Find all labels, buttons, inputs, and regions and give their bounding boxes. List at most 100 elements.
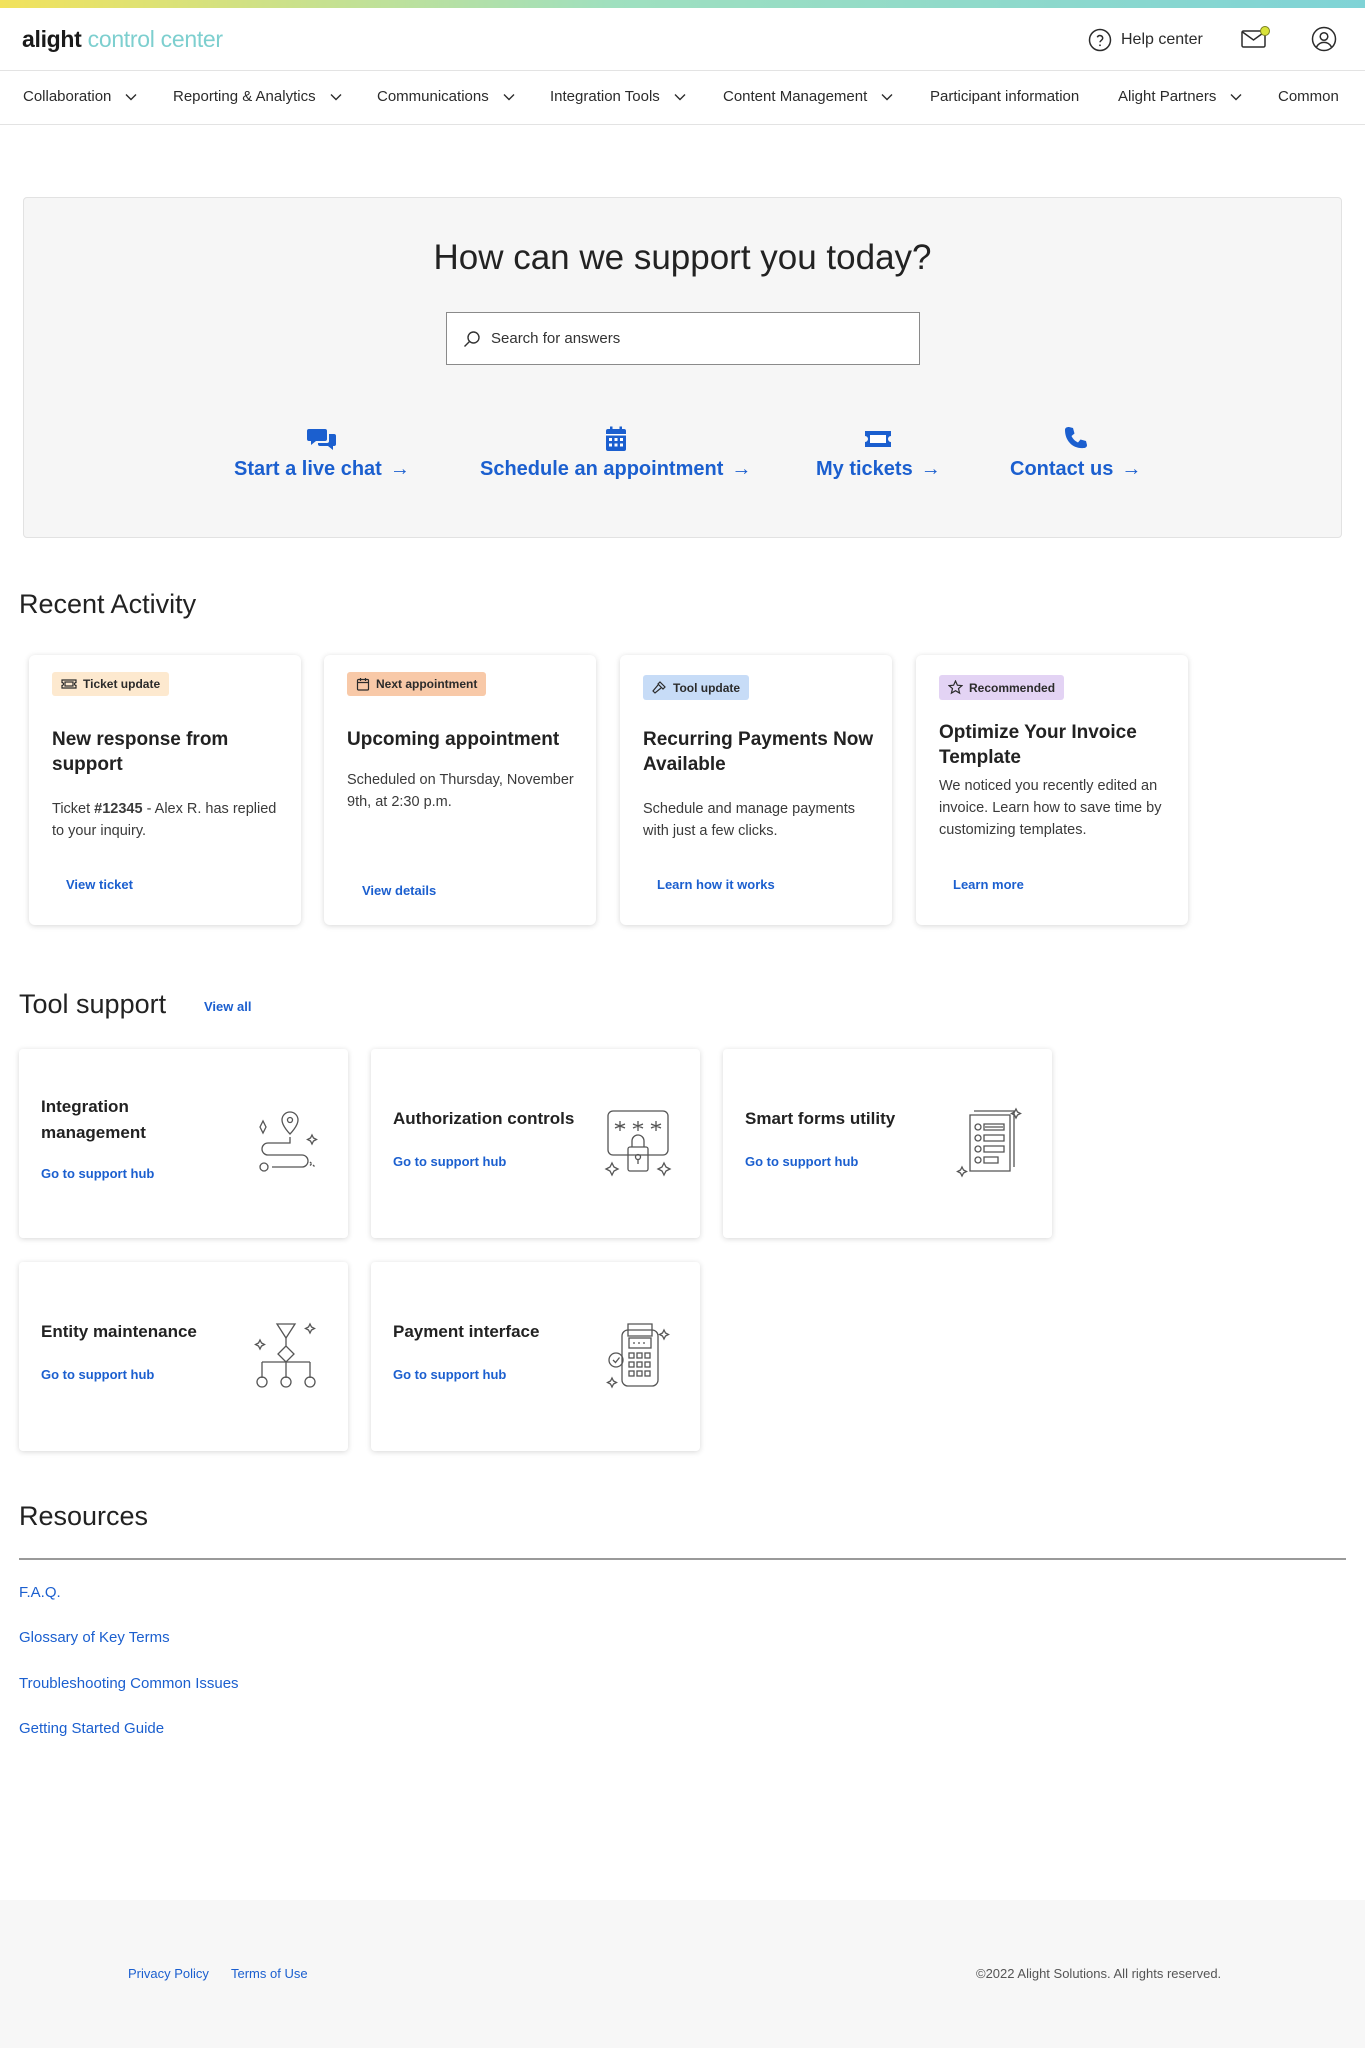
tool-title: Smart forms utility — [745, 1109, 896, 1128]
card-body: Schedule and manage payments with just a… — [643, 801, 856, 839]
tool-support-title: Tool support — [19, 989, 167, 1019]
notification-dot — [1260, 26, 1270, 36]
tool-card-authorization-controls[interactable]: Authorization controls Go to support hub — [371, 1049, 700, 1238]
card-title: Optimize Your Invoice Template — [939, 722, 1137, 768]
messages-button[interactable] — [1240, 26, 1270, 52]
troubleshooting-link[interactable]: Troubleshooting Common Issues — [19, 1675, 239, 1692]
search-box — [446, 312, 920, 365]
privacy-policy-link[interactable]: Privacy Policy — [128, 1966, 209, 1981]
view-ticket-link[interactable]: View ticket — [66, 877, 133, 892]
question-circle-icon — [1088, 28, 1112, 52]
getting-started-link[interactable]: Getting Started Guide — [19, 1720, 164, 1737]
hammer-icon — [652, 681, 666, 694]
tool-card-integration-management[interactable]: Integration management Go to support hub — [19, 1049, 348, 1238]
ticket-number: #12345 — [94, 801, 143, 817]
go-to-support-hub-link[interactable]: Go to support hub — [41, 1367, 154, 1382]
activity-card-recommended: Recommended Optimize Your Invoice Templa… — [916, 655, 1188, 925]
main-nav: Collaboration Reporting & Analytics Comm… — [0, 72, 1365, 125]
nav-item-label: Participant information — [930, 88, 1080, 105]
arrow-right-icon: → — [1121, 458, 1142, 480]
profile-button[interactable] — [1311, 26, 1337, 52]
nav-item-label: Communications — [377, 88, 489, 105]
tool-card-smart-forms-utility[interactable]: Smart forms utility Go to support hub — [723, 1049, 1052, 1238]
badge-label: Next appointment — [376, 677, 478, 691]
learn-how-it-works-link[interactable]: Learn how it works — [657, 877, 775, 892]
contact-us-action[interactable]: Contact us → — [1010, 426, 1141, 481]
star-icon — [948, 680, 963, 695]
view-all-link[interactable]: View all — [204, 999, 251, 1014]
user-circle-icon — [1311, 26, 1337, 52]
my-tickets-label: My tickets — [816, 458, 913, 480]
ticket-icon — [865, 431, 892, 447]
nav-item-communications[interactable]: Communications — [377, 88, 515, 105]
tool-title: Integration management — [41, 1097, 146, 1142]
ticket-icon — [61, 679, 77, 689]
nav-item-label: Collaboration — [23, 88, 112, 105]
calendar-icon — [356, 678, 370, 691]
card-body: Scheduled on Thursday, November 9th, at … — [347, 772, 574, 810]
activity-card-next-appointment: Next appointment Upcoming appointment Sc… — [324, 655, 596, 925]
hierarchy-icon — [254, 1322, 316, 1388]
payment-terminal-icon — [606, 1323, 670, 1389]
chevron-down-icon — [1230, 93, 1242, 100]
chevron-down-icon — [330, 93, 342, 100]
resources-divider — [19, 1558, 1346, 1560]
learn-more-link[interactable]: Learn more — [953, 877, 1024, 892]
phone-icon — [1064, 427, 1087, 449]
nav-item-collaboration[interactable]: Collaboration — [23, 88, 137, 105]
activity-card-tool-update: Tool update Recurring Payments Now Avail… — [620, 655, 892, 925]
go-to-support-hub-link[interactable]: Go to support hub — [745, 1154, 858, 1169]
badge-label: Ticket update — [83, 677, 161, 691]
schedule-appointment-label: Schedule an appointment — [480, 458, 724, 480]
ticket-update-badge: Ticket update — [52, 672, 170, 696]
card-title: Recurring Payments Now Available — [643, 729, 874, 775]
card-body: Ticket #12345 - Alex R. has replied to y… — [52, 798, 292, 842]
recommended-badge: Recommended — [939, 675, 1065, 700]
help-center-link[interactable]: Help center — [1088, 28, 1203, 52]
badge-label: Recommended — [969, 680, 1056, 695]
nav-item-integration-tools[interactable]: Integration Tools — [550, 88, 686, 105]
schedule-appointment-action[interactable]: Schedule an appointment → — [480, 426, 751, 481]
card-title: New response from support — [52, 729, 229, 775]
card-title: Upcoming appointment — [347, 729, 560, 750]
copyright-text: ©2022 Alight Solutions. All rights reser… — [976, 1966, 1222, 1981]
activity-card-ticket-update: Ticket update New response from support … — [29, 655, 301, 925]
chat-bubbles-icon — [306, 429, 336, 450]
start-live-chat-action[interactable]: Start a live chat → — [234, 426, 410, 481]
search-icon — [464, 330, 480, 347]
chevron-down-icon — [674, 93, 686, 100]
view-details-link[interactable]: View details — [362, 883, 436, 898]
brand-gradient-bar — [0, 0, 1365, 8]
logo-brand: alight — [22, 26, 82, 52]
card-body: We noticed you recently edited an invoic… — [939, 778, 1162, 838]
support-hero: How can we support you today? Start a li… — [23, 197, 1342, 538]
nav-item-participant-information[interactable]: Participant information — [930, 88, 1079, 105]
calendar-icon — [605, 426, 626, 451]
tool-card-payment-interface[interactable]: Payment interface Go to support hub — [371, 1262, 700, 1451]
nav-item-reporting-analytics[interactable]: Reporting & Analytics — [173, 88, 342, 105]
faq-link[interactable]: F.A.Q. — [19, 1584, 61, 1601]
tool-title: Payment interface — [393, 1322, 540, 1341]
contact-us-label: Contact us — [1010, 458, 1114, 480]
my-tickets-action[interactable]: My tickets → — [816, 426, 941, 481]
chevron-down-icon — [881, 93, 893, 100]
glossary-link[interactable]: Glossary of Key Terms — [19, 1629, 170, 1646]
nav-item-common[interactable]: Common — [1278, 88, 1339, 105]
nav-item-content-management[interactable]: Content Management — [723, 88, 893, 105]
nav-item-alight-partners[interactable]: Alight Partners — [1118, 88, 1242, 105]
search-input[interactable] — [491, 330, 891, 347]
go-to-support-hub-link[interactable]: Go to support hub — [41, 1166, 154, 1181]
recent-activity-title: Recent Activity — [19, 589, 197, 619]
tool-update-badge: Tool update — [643, 675, 750, 700]
terms-of-use-link[interactable]: Terms of Use — [231, 1966, 308, 1981]
arrow-right-icon: → — [389, 458, 410, 480]
arrow-right-icon: → — [731, 458, 752, 480]
password-lock-icon — [604, 1110, 672, 1177]
go-to-support-hub-link[interactable]: Go to support hub — [393, 1367, 506, 1382]
tool-card-entity-maintenance[interactable]: Entity maintenance Go to support hub — [19, 1262, 348, 1451]
tool-title: Entity maintenance — [41, 1322, 197, 1341]
go-to-support-hub-link[interactable]: Go to support hub — [393, 1154, 506, 1169]
alight-logo[interactable]: alight control center — [22, 26, 223, 53]
chevron-down-icon — [125, 93, 137, 100]
form-checklist-icon — [956, 1107, 1022, 1178]
